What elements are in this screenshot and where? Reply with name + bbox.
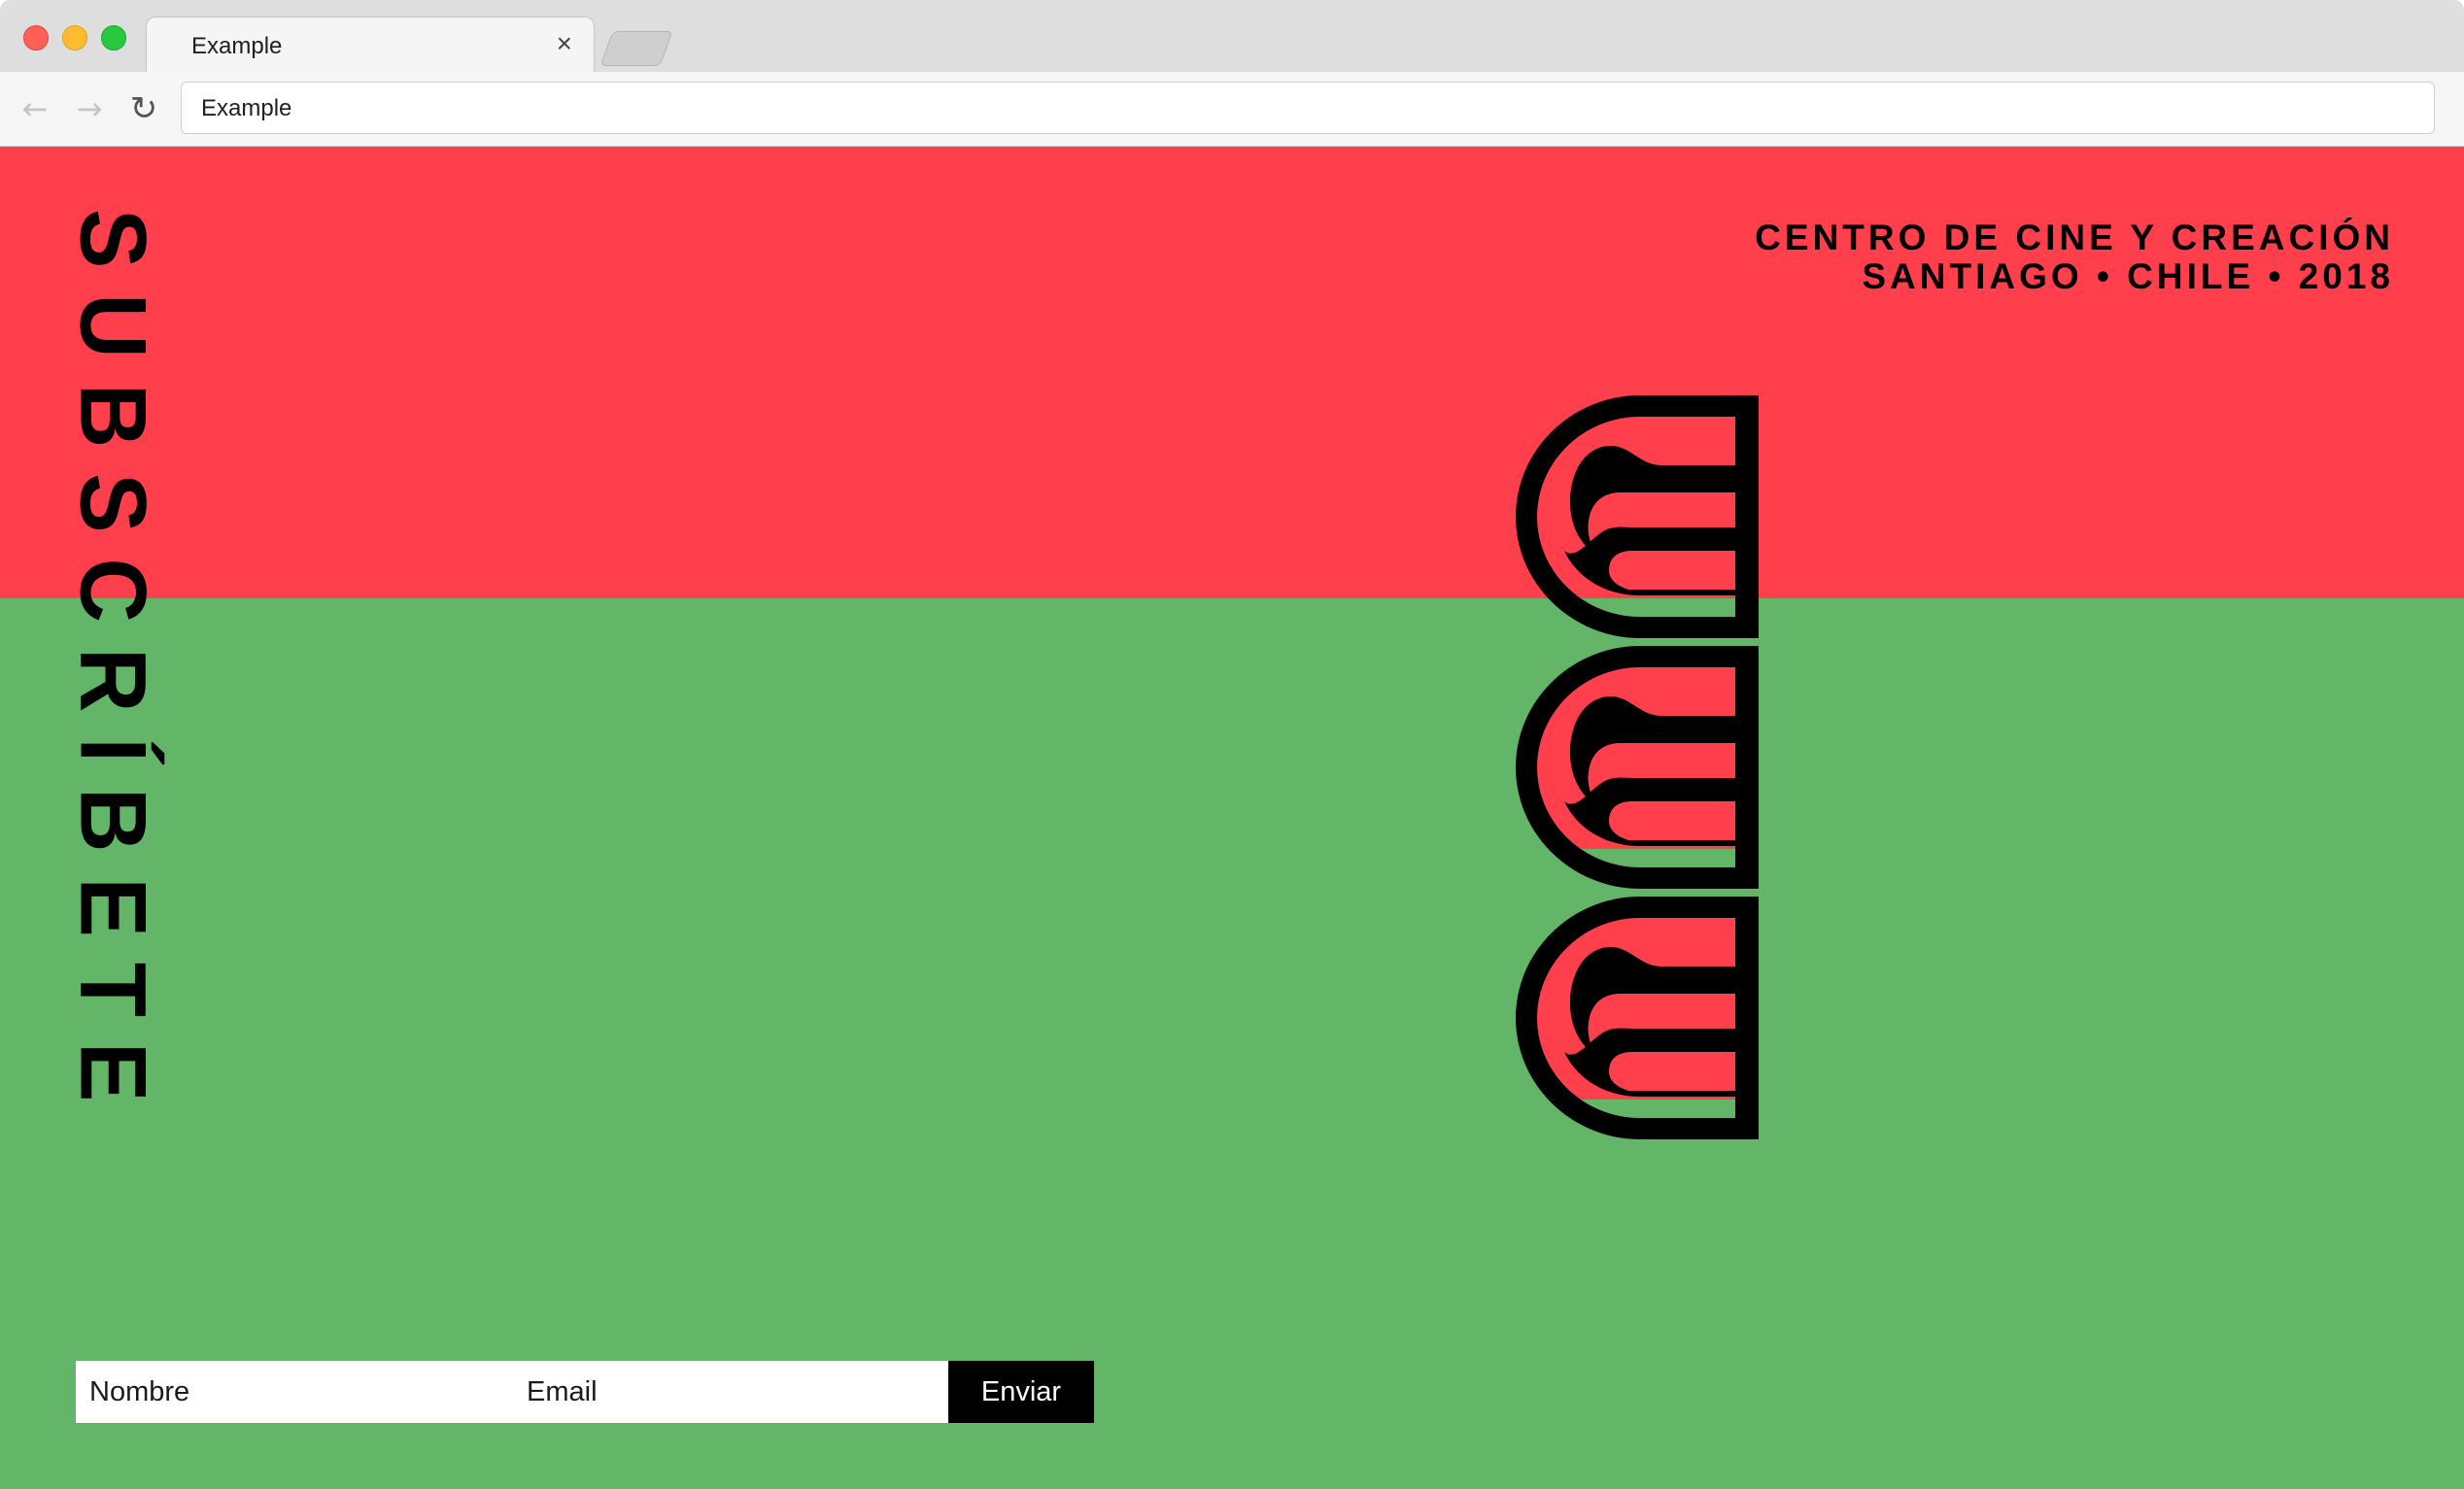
subscribe-vertical-title: SUBSCRÍBETE	[60, 209, 165, 1128]
header-line-1: CENTRO DE CINE Y CREACIÓN	[1755, 218, 2394, 257]
top-color-band	[0, 147, 2464, 598]
browser-tab[interactable]: Example ×	[146, 17, 595, 74]
logo-u-shape	[1516, 395, 1759, 638]
back-arrow-icon[interactable]: ←	[16, 89, 54, 128]
page-content: SUBSCRÍBETE CENTRO DE CINE Y CREACIÓN SA…	[0, 147, 2464, 1489]
submit-button[interactable]: Enviar	[948, 1361, 1094, 1423]
header-line-2: SANTIAGO • CHILE • 2018	[1862, 256, 2394, 296]
browser-toolbar: ← → ↻ Example	[0, 72, 2464, 147]
name-field[interactable]: Nombre	[76, 1361, 513, 1423]
browser-window: Example × ← → ↻ Example SUBSCRÍBETE CENT…	[0, 0, 2464, 1489]
reload-icon[interactable]: ↻	[124, 89, 163, 128]
zoom-window-button[interactable]	[101, 25, 126, 51]
email-placeholder: Email	[527, 1376, 598, 1407]
site-header: CENTRO DE CINE Y CREACIÓN SANTIAGO • CHI…	[1755, 219, 2394, 296]
logo-u-shape	[1516, 897, 1759, 1139]
triple-u-logo	[1516, 395, 1759, 1139]
tab-title: Example	[191, 33, 283, 59]
tab-bar: Example ×	[0, 0, 2464, 74]
close-window-button[interactable]	[23, 25, 49, 51]
address-text: Example	[201, 95, 292, 121]
address-bar[interactable]: Example	[181, 82, 2435, 134]
bottom-color-band	[0, 598, 2464, 1489]
name-placeholder: Nombre	[89, 1376, 190, 1407]
minimize-window-button[interactable]	[62, 25, 87, 51]
logo-u-shape	[1516, 646, 1759, 889]
new-tab-button[interactable]	[599, 31, 673, 66]
close-icon[interactable]: ×	[557, 28, 572, 58]
forward-arrow-icon[interactable]: →	[70, 89, 109, 128]
subscribe-form: Nombre Email Enviar	[76, 1361, 1094, 1423]
